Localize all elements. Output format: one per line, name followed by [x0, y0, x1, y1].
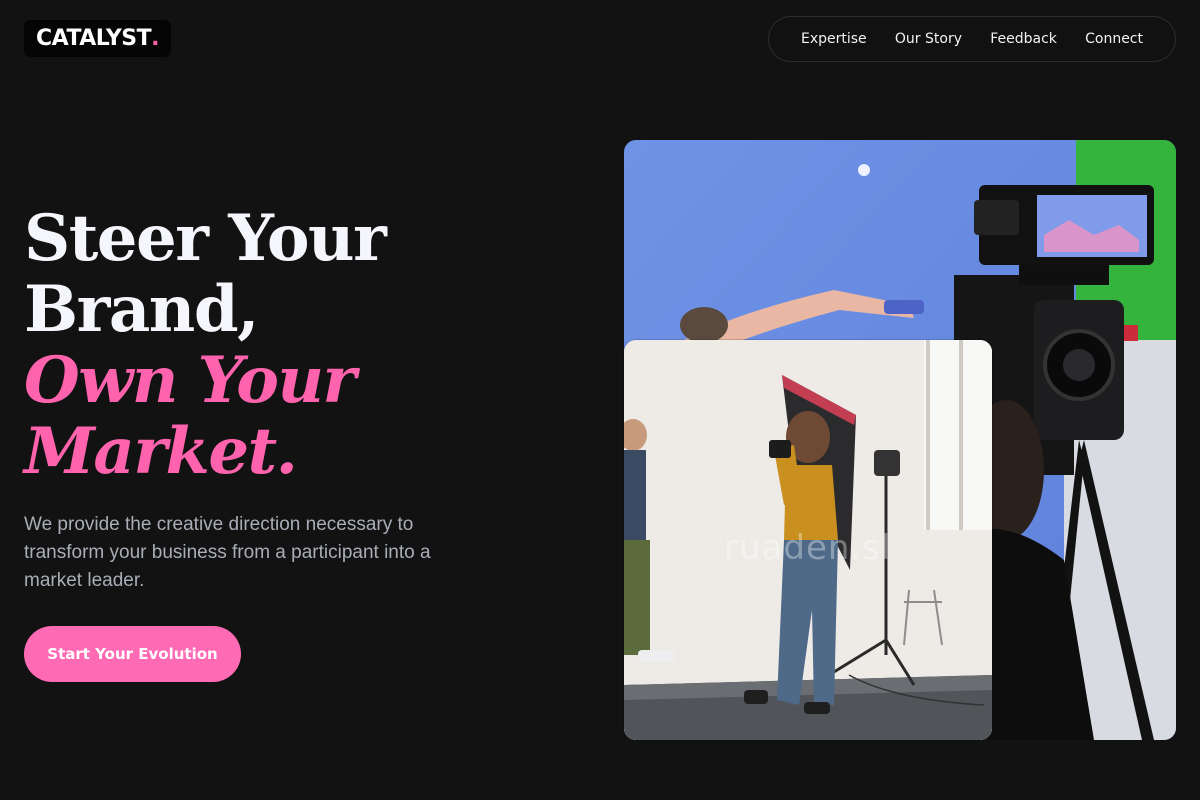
- nav-item-our-story[interactable]: Our Story: [895, 31, 962, 47]
- brand-logo[interactable]: CATALYST.: [24, 20, 172, 57]
- start-evolution-button[interactable]: Start Your Evolution: [24, 626, 241, 682]
- logo-text: CATALYST: [36, 26, 152, 51]
- hero-headline: Steer Your Brand, Own Your Market.: [24, 201, 387, 489]
- headline-line-4: Market.: [24, 414, 298, 489]
- nav-item-expertise[interactable]: Expertise: [801, 31, 867, 47]
- main-nav: Expertise Our Story Feedback Connect: [768, 16, 1176, 62]
- headline-line-2: Brand,: [24, 272, 259, 347]
- image-watermark: ruaden.sl: [724, 528, 892, 568]
- headline-line-3: Own Your: [24, 343, 356, 418]
- hero-subtext: We provide the creative direction necess…: [24, 514, 431, 591]
- nav-item-connect[interactable]: Connect: [1085, 31, 1143, 47]
- logo-dot: .: [151, 26, 160, 51]
- photo-studio-image: ruaden.sl: [624, 340, 992, 740]
- nav-item-feedback[interactable]: Feedback: [990, 31, 1057, 47]
- headline-line-1: Steer Your: [24, 201, 387, 276]
